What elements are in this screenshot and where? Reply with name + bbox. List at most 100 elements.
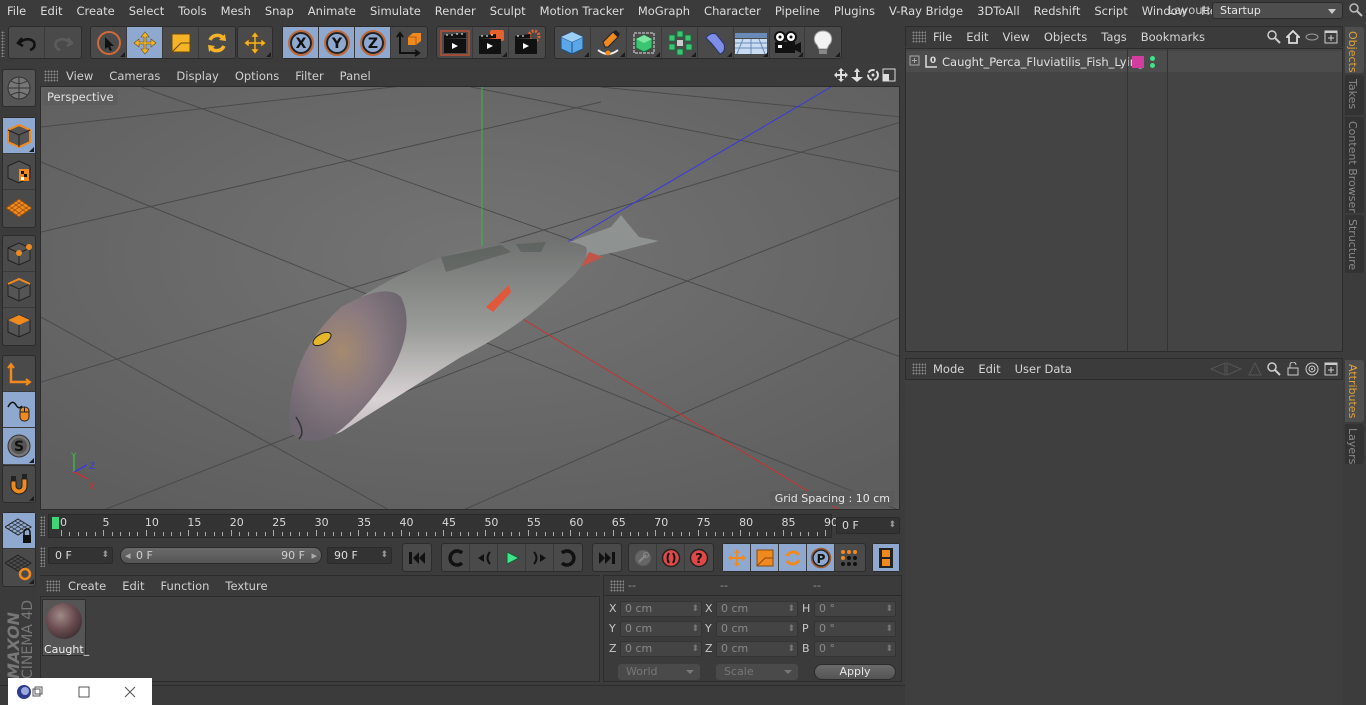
close-icon[interactable] bbox=[124, 686, 136, 698]
panel-grip[interactable] bbox=[44, 70, 58, 82]
search-icon[interactable] bbox=[1349, 3, 1363, 17]
rot-b-field[interactable]: 0 ° bbox=[814, 641, 896, 657]
menu-character[interactable]: Character bbox=[697, 4, 768, 18]
layout-dropdown[interactable]: Startup bbox=[1212, 2, 1343, 19]
objects-menu-file[interactable]: File bbox=[926, 30, 959, 44]
timeline-ruler[interactable]: 0 5 10 15 20 25 30 35 40 45 50 55 60 65 70 75 80 85 90 bbox=[48, 514, 838, 538]
material-menu-texture[interactable]: Texture bbox=[217, 579, 275, 593]
maximize-view-icon[interactable] bbox=[882, 68, 896, 82]
snap-button[interactable] bbox=[3, 466, 35, 502]
menu-simulate[interactable]: Simulate bbox=[363, 4, 428, 18]
apply-button[interactable]: Apply bbox=[814, 664, 896, 680]
pan-view-icon[interactable] bbox=[834, 68, 848, 82]
objects-menu-edit[interactable]: Edit bbox=[959, 30, 995, 44]
texture-mode-button[interactable] bbox=[3, 154, 35, 190]
previous-frame-button[interactable] bbox=[470, 544, 498, 571]
restore-icon[interactable] bbox=[32, 686, 44, 698]
viewport-menu-display[interactable]: Display bbox=[168, 69, 226, 83]
back-forward-icon[interactable] bbox=[1209, 362, 1243, 376]
render-view-button[interactable] bbox=[437, 27, 473, 58]
viewport-menu-cameras[interactable]: Cameras bbox=[101, 69, 168, 83]
rot-h-field[interactable]: 0 ° bbox=[814, 601, 896, 617]
axis-mode-button[interactable] bbox=[3, 356, 35, 392]
model-mode-button[interactable] bbox=[3, 118, 35, 154]
viewport-menu-panel[interactable]: Panel bbox=[332, 69, 379, 83]
solo-button[interactable]: S bbox=[3, 428, 35, 464]
menu-3dtoall[interactable]: 3DToAll bbox=[970, 4, 1027, 18]
cloner-button[interactable] bbox=[662, 27, 698, 58]
rotate-tool-button[interactable] bbox=[199, 27, 235, 58]
collapse-icon[interactable] bbox=[1305, 30, 1319, 44]
make-editable-button[interactable] bbox=[3, 70, 35, 106]
cube-button[interactable] bbox=[555, 27, 591, 58]
coordinate-mode-dropdown[interactable]: World bbox=[618, 664, 700, 680]
editor-visibility-dot[interactable] bbox=[1150, 56, 1155, 61]
tab-structure[interactable]: Structure bbox=[1345, 215, 1364, 273]
scale-key-button[interactable] bbox=[751, 544, 779, 571]
viewport-menu-filter[interactable]: Filter bbox=[287, 69, 331, 83]
lock-icon[interactable] bbox=[1286, 362, 1300, 376]
rotate-view-icon[interactable] bbox=[866, 68, 880, 82]
home-icon[interactable] bbox=[1286, 30, 1300, 44]
polygons-mode-button[interactable] bbox=[3, 308, 35, 344]
go-to-start-button[interactable] bbox=[403, 544, 431, 571]
go-to-end-button[interactable] bbox=[593, 544, 621, 571]
workplane-mode-button[interactable] bbox=[3, 190, 35, 226]
menu-animate[interactable]: Animate bbox=[301, 4, 363, 18]
lock-workplane-button[interactable] bbox=[3, 513, 35, 549]
frame-range-slider[interactable]: ◂ 0 F 90 F ▸ bbox=[120, 547, 322, 564]
edges-mode-button[interactable] bbox=[3, 272, 35, 308]
camera-button[interactable] bbox=[770, 27, 806, 58]
menu-render[interactable]: Render bbox=[428, 4, 483, 18]
size-y-field[interactable]: 0 cm bbox=[716, 621, 798, 637]
attributes-menu-mode[interactable]: Mode bbox=[926, 362, 971, 376]
target-icon[interactable] bbox=[1305, 362, 1319, 376]
panel-grip[interactable] bbox=[912, 31, 926, 43]
objects-menu-bookmarks[interactable]: Bookmarks bbox=[1134, 30, 1212, 44]
menu-select[interactable]: Select bbox=[122, 4, 171, 18]
menu-create[interactable]: Create bbox=[70, 4, 122, 18]
material-item[interactable]: Caught_ bbox=[42, 599, 89, 656]
start-frame-field[interactable]: 0 F bbox=[48, 547, 113, 564]
tweak-mode-button[interactable] bbox=[3, 392, 35, 428]
light-button[interactable] bbox=[805, 27, 841, 58]
menu-script[interactable]: Script bbox=[1087, 4, 1134, 18]
live-selection-button[interactable] bbox=[91, 27, 127, 58]
parameter-key-button[interactable]: P bbox=[807, 544, 835, 571]
menu-mesh[interactable]: Mesh bbox=[214, 4, 258, 18]
material-menu-function[interactable]: Function bbox=[153, 579, 218, 593]
coordinate-system-button[interactable] bbox=[391, 27, 427, 58]
viewport-menu-options[interactable]: Options bbox=[227, 69, 287, 83]
play-button[interactable] bbox=[498, 544, 526, 571]
panel-grip[interactable] bbox=[610, 580, 624, 592]
pos-z-field[interactable]: 0 cm bbox=[620, 641, 702, 657]
points-mode-button[interactable] bbox=[3, 236, 35, 272]
current-frame-field[interactable]: 0 F bbox=[836, 517, 900, 534]
toolbar-grip[interactable] bbox=[1, 31, 5, 57]
viewport-menu-view[interactable]: View bbox=[58, 69, 101, 83]
menu-edit[interactable]: Edit bbox=[33, 4, 69, 18]
up-arrow-icon[interactable] bbox=[1248, 362, 1262, 376]
render-visibility-dot[interactable] bbox=[1150, 63, 1155, 68]
deformer-button[interactable] bbox=[698, 27, 734, 58]
maximize-icon[interactable] bbox=[78, 686, 90, 698]
scale-tool-button[interactable] bbox=[163, 27, 199, 58]
material-menu-create[interactable]: Create bbox=[60, 579, 114, 593]
last-tool-button[interactable] bbox=[238, 27, 272, 58]
menu-motion-tracker[interactable]: Motion Tracker bbox=[533, 4, 631, 18]
objects-menu-objects[interactable]: Objects bbox=[1037, 30, 1094, 44]
menu-redshift[interactable]: Redshift bbox=[1027, 4, 1088, 18]
new-panel-icon[interactable] bbox=[1324, 362, 1338, 376]
menu-mograph[interactable]: MoGraph bbox=[631, 4, 697, 18]
render-settings-button[interactable] bbox=[509, 27, 545, 58]
new-panel-icon[interactable] bbox=[1324, 30, 1338, 44]
tab-objects[interactable]: Objects bbox=[1345, 27, 1364, 73]
menu-file[interactable]: File bbox=[0, 4, 33, 18]
tab-attributes[interactable]: Attributes bbox=[1345, 360, 1364, 422]
floor-button[interactable] bbox=[734, 27, 770, 58]
range-right-arrow-icon[interactable]: ▸ bbox=[311, 548, 317, 563]
next-key-button[interactable] bbox=[554, 544, 582, 571]
object-row[interactable]: 0 Caught_Perca_Fluviatilis_Fish_Lying bbox=[906, 51, 1342, 72]
size-x-field[interactable]: 0 cm bbox=[716, 601, 798, 617]
tab-content-browser[interactable]: Content Browser bbox=[1345, 117, 1364, 213]
